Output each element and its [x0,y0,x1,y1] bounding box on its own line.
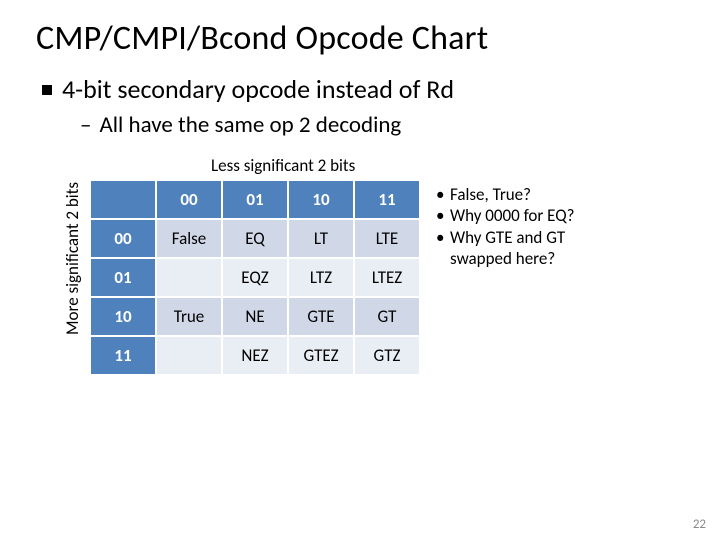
table-cell: GTEZ [288,336,354,375]
note-line: •Why 0000 for EQ? [436,205,575,226]
row-header: 10 [90,297,156,336]
table-cell: False [156,219,222,258]
note-text: Why GTE and GT [450,227,565,248]
table-cell: LTEZ [354,258,420,297]
note-line: swapped here? [436,248,575,269]
table-cell: NE [222,297,288,336]
rows-axis-label: More significant 2 bits [62,182,83,335]
table-row: 11 NEZ GTEZ GTZ [90,336,420,375]
note-text: Why 0000 for EQ? [450,205,575,226]
note-text: False, True? [450,184,531,205]
row-header: 00 [90,219,156,258]
col-header: 11 [354,180,420,219]
bullet-level-1: 4-bit secondary opcode instead of Rd [42,73,684,105]
dash-bullet-icon: – [80,111,91,139]
opcode-table-region: Less significant 2 bits More significant… [66,155,684,375]
table-cell: LT [288,219,354,258]
note-line: •False, True? [436,184,575,205]
table-cell [156,336,222,375]
table-cell: EQ [222,219,288,258]
bullet-dot-icon: • [436,184,450,205]
table-row: 10 True NE GTE GT [90,297,420,336]
table-header-row: 00 01 10 11 [90,180,420,219]
col-header: 01 [222,180,288,219]
side-notes: •False, True? •Why 0000 for EQ? •Why GTE… [436,184,575,269]
table-row: 01 EQZ LTZ LTEZ [90,258,420,297]
slide-title: CMP/CMPI/Bcond Opcode Chart [36,18,684,59]
col-header: 10 [288,180,354,219]
slide: CMP/CMPI/Bcond Opcode Chart 4-bit second… [0,0,720,540]
table-row: 00 False EQ LT LTE [90,219,420,258]
bullet-level-2: –All have the same op 2 decoding [80,111,684,139]
square-bullet-icon [42,85,52,95]
table-cell: GTE [288,297,354,336]
bullet-dot-icon: • [436,205,450,226]
table-and-notes: 00 01 10 11 00 False EQ LT LTE 01 E [66,180,684,375]
table-cell: LTE [354,219,420,258]
row-header: 11 [90,336,156,375]
note-line: •Why GTE and GT [436,227,575,248]
bullet-l2-text: All have the same op 2 decoding [99,111,401,139]
corner-cell [90,180,156,219]
row-header: 01 [90,258,156,297]
bullet-l1-text: 4-bit secondary opcode instead of Rd [62,73,454,105]
bullet-dot-icon [436,248,450,269]
columns-axis-label: Less significant 2 bits [211,155,684,176]
table-cell: GT [354,297,420,336]
table-cell [156,258,222,297]
bullet-dot-icon: • [436,227,450,248]
page-number: 22 [693,517,706,532]
table-cell: LTZ [288,258,354,297]
note-text: swapped here? [450,248,555,269]
col-header: 00 [156,180,222,219]
table-cell: GTZ [354,336,420,375]
opcode-table: 00 01 10 11 00 False EQ LT LTE 01 E [90,180,420,375]
table-cell: NEZ [222,336,288,375]
table-cell: EQZ [222,258,288,297]
table-cell: True [156,297,222,336]
